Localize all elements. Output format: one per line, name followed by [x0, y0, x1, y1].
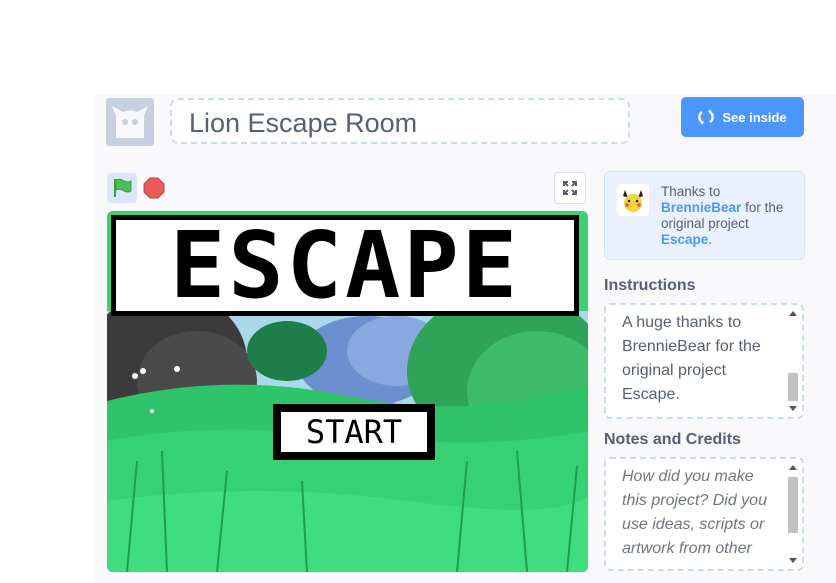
project-title-field[interactable]: Lion Escape Room — [170, 98, 630, 144]
stop-button[interactable] — [143, 177, 165, 199]
scroll-thumb[interactable] — [788, 477, 798, 533]
see-inside-button[interactable]: See inside — [681, 97, 804, 137]
scroll-up-arrow-icon[interactable] — [789, 311, 797, 316]
green-flag-button[interactable] — [107, 173, 137, 203]
escape-title-banner: ESCAPE — [111, 215, 579, 316]
notes-heading: Notes and Credits — [604, 431, 741, 448]
instructions-heading: Instructions — [604, 277, 696, 294]
credit-suffix: . — [708, 232, 713, 247]
pikachu-avatar-icon[interactable] — [617, 184, 649, 216]
notes-scrollbar[interactable] — [786, 461, 800, 567]
fullscreen-icon — [563, 181, 577, 195]
notes-textbox[interactable]: How did you make this project? Did you u… — [604, 457, 804, 571]
green-flag-icon — [114, 178, 132, 197]
scroll-down-arrow-icon[interactable] — [789, 558, 797, 563]
scroll-up-arrow-icon[interactable] — [789, 465, 797, 470]
remix-arrows-icon — [698, 109, 715, 125]
instructions-scrollbar[interactable] — [786, 307, 800, 415]
scratch-cat-icon[interactable] — [106, 98, 154, 146]
credit-original-project-link[interactable]: Escape — [661, 232, 708, 247]
project-title: Lion Escape Room — [189, 108, 418, 138]
stop-sign-icon — [143, 177, 165, 199]
notes-text: How did you make this project? Did you u… — [622, 468, 767, 557]
start-button[interactable]: START — [273, 404, 435, 460]
credit-prefix: Thanks to — [661, 184, 721, 199]
start-button-label: START — [279, 410, 429, 454]
escape-title-text: ESCAPE — [169, 211, 521, 319]
remix-credit-text: Thanks to BrennieBear for the original p… — [661, 184, 801, 248]
instructions-text: A huge thanks to BrennieBear for the ori… — [622, 314, 761, 403]
instructions-textbox[interactable]: A huge thanks to BrennieBear for the ori… — [604, 303, 804, 419]
remix-credit-box: Thanks to BrennieBear for the original p… — [604, 171, 805, 260]
fullscreen-button[interactable] — [554, 172, 586, 204]
scroll-down-arrow-icon[interactable] — [789, 406, 797, 411]
see-inside-label: See inside — [722, 109, 787, 125]
scroll-thumb[interactable] — [788, 373, 798, 401]
credit-author-link[interactable]: BrennieBear — [661, 200, 741, 215]
project-stage[interactable]: ESCAPE START — [107, 211, 588, 572]
